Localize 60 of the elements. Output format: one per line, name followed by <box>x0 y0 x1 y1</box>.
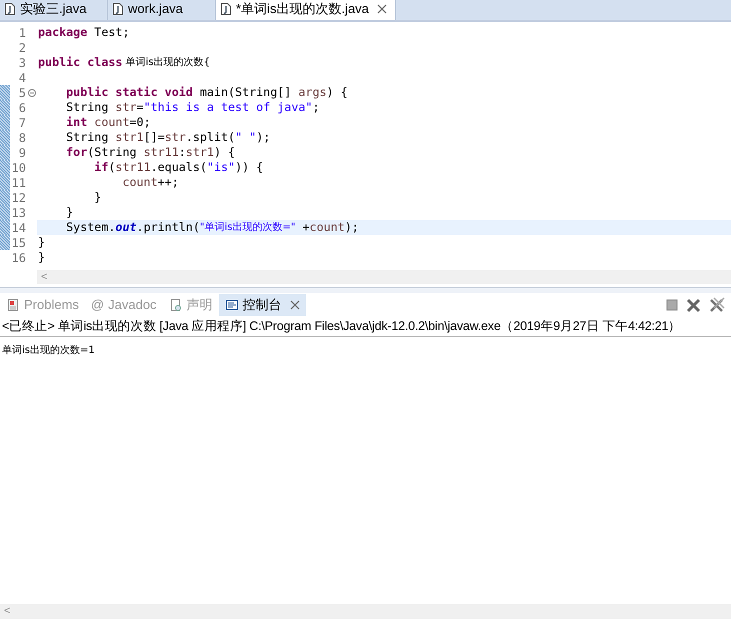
terminate-icon[interactable] <box>666 299 678 311</box>
tab-label: work.java <box>128 0 183 18</box>
horizontal-scrollbar[interactable]: < <box>37 270 731 284</box>
line-number: 12 <box>10 190 26 206</box>
code-line: } <box>37 250 46 265</box>
line-number: 13 <box>10 204 26 222</box>
line-number: 16 <box>10 250 26 266</box>
line-number: 14 <box>10 220 26 236</box>
horizontal-scrollbar[interactable]: < <box>0 604 731 619</box>
code-line: public class 单词is出现的次数{ <box>37 55 211 70</box>
scroll-left-arrow[interactable]: < <box>4 603 10 620</box>
line-number: 9 <box>18 144 26 162</box>
line-number: 5 <box>18 84 26 102</box>
code-line: int count=0; <box>65 115 152 130</box>
line-number: 8 <box>18 130 26 146</box>
line-number: 11 <box>10 174 26 192</box>
java-file-icon <box>112 2 124 16</box>
remove-all-icon[interactable] <box>709 297 725 313</box>
line-number: 15 <box>10 234 26 252</box>
tab-label: 实验三.java <box>20 0 86 18</box>
view-tab[interactable]: @ Javadoc <box>84 294 163 316</box>
java-file-icon <box>220 2 232 16</box>
line-number: 7 <box>18 114 26 132</box>
declaration-icon <box>168 298 183 312</box>
line-number: 6 <box>18 100 26 116</box>
code-line: } <box>93 190 102 205</box>
view-tab-label: Javadoc <box>108 296 157 314</box>
view-tab[interactable]: 控制台 <box>218 294 306 316</box>
code-line: if(str11.equals("is")) { <box>93 160 264 175</box>
code-line: String str1[]=str.split(" "); <box>65 130 272 145</box>
scroll-left-arrow[interactable]: < <box>41 268 48 286</box>
console-output: 单词is出现的次数=1 <box>2 345 95 356</box>
close-icon[interactable] <box>376 4 387 14</box>
view-tab-label: 声明 <box>186 296 213 314</box>
code-line: count++; <box>121 175 180 190</box>
java-file-icon <box>4 2 16 16</box>
remove-launch-icon[interactable] <box>686 298 701 312</box>
editor-tab[interactable]: *单词is出现的次数.java <box>216 0 396 20</box>
line-number: 4 <box>18 70 26 86</box>
code-line: package Test; <box>37 25 130 40</box>
line-number: 1 <box>18 24 26 42</box>
code-line: public static void main(String[] args) { <box>65 85 349 100</box>
tab-label: *单词is出现的次数.java <box>236 0 369 18</box>
view-tab-label: 控制台 <box>242 296 282 314</box>
code-line: } <box>37 235 46 250</box>
code-line: } <box>65 205 74 220</box>
console-header: <已终止> 单词is出现的次数 [Java 应用程序] C:\Program Files\Java\jdk-12.0.2\bin\javaw.exe（2019年9月27日 下午4:42:21） <box>2 318 682 336</box>
view-tab[interactable]: Problems <box>0 294 85 316</box>
code-line: for(String str11:str1) { <box>65 145 236 160</box>
at-icon: @ <box>90 295 104 315</box>
line-number: 10 <box>10 160 26 176</box>
line-number: 3 <box>18 54 26 72</box>
code-line: String str="this is a test of java"; <box>65 100 321 115</box>
console-icon <box>224 298 239 312</box>
collapse-icon[interactable] <box>28 88 36 96</box>
view-tab[interactable]: 声明 <box>162 294 219 316</box>
close-icon[interactable] <box>290 300 300 310</box>
line-number: 2 <box>18 40 26 56</box>
problems-icon <box>6 298 20 312</box>
view-tab-label: Problems <box>24 296 79 314</box>
